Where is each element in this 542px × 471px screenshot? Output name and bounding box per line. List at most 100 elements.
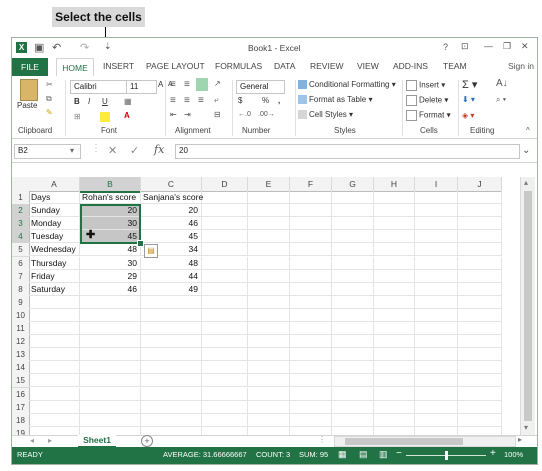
grid-cell[interactable] bbox=[374, 413, 415, 427]
name-box-dropdown-icon[interactable]: ▾ bbox=[70, 146, 74, 155]
grid-cell[interactable]: 45 bbox=[141, 230, 202, 244]
grid-cell[interactable] bbox=[290, 308, 332, 322]
grid-cell[interactable] bbox=[202, 374, 248, 388]
grid-cell[interactable]: Wednesday bbox=[29, 243, 80, 257]
grid-cell[interactable] bbox=[202, 269, 248, 283]
grid-cell[interactable] bbox=[80, 374, 141, 388]
grid-cell[interactable] bbox=[374, 374, 415, 388]
grid-cell[interactable] bbox=[29, 387, 80, 401]
grid-cell[interactable]: 20 bbox=[80, 204, 141, 218]
grid-cell[interactable] bbox=[374, 335, 415, 349]
grid-cell[interactable] bbox=[141, 295, 202, 309]
align-top-icon[interactable]: ≡ bbox=[170, 79, 176, 90]
quick-analysis-icon[interactable]: ▤ bbox=[144, 244, 158, 259]
grid-cell[interactable] bbox=[374, 230, 415, 244]
grid-cell[interactable] bbox=[332, 348, 374, 362]
undo-icon[interactable]: ↶ bbox=[52, 41, 61, 54]
grid-cell[interactable] bbox=[290, 282, 332, 296]
row-header[interactable]: 12 bbox=[12, 335, 30, 350]
grid-cell[interactable] bbox=[290, 348, 332, 362]
grid-cell[interactable] bbox=[458, 269, 502, 283]
grid-cell[interactable] bbox=[141, 413, 202, 427]
grid-cell[interactable]: Tuesday bbox=[29, 230, 80, 244]
grid-cell[interactable] bbox=[332, 217, 374, 231]
grid-cell[interactable] bbox=[141, 387, 202, 401]
minimize-button[interactable]: — bbox=[484, 41, 493, 51]
insert-cells-button[interactable]: Insert ▾ bbox=[406, 80, 445, 91]
grid-cell[interactable] bbox=[290, 400, 332, 414]
grid-cell[interactable] bbox=[458, 387, 502, 401]
scroll-down-icon[interactable]: ▾ bbox=[524, 423, 528, 432]
grid-cell[interactable] bbox=[458, 322, 502, 336]
column-header[interactable]: D bbox=[202, 177, 248, 192]
grid-cell[interactable]: Monday bbox=[29, 217, 80, 231]
grid-cell[interactable] bbox=[458, 230, 502, 244]
grid-cell[interactable]: 30 bbox=[80, 256, 141, 270]
grid-cell[interactable] bbox=[374, 322, 415, 336]
grid-cell[interactable]: Sanjana's score bbox=[141, 191, 203, 205]
grid-cell[interactable] bbox=[458, 413, 502, 427]
grid-cell[interactable] bbox=[202, 361, 248, 375]
grid-cell[interactable] bbox=[374, 361, 415, 375]
grid-cell[interactable] bbox=[415, 335, 458, 349]
grid-cell[interactable] bbox=[415, 413, 458, 427]
grid-cell[interactable] bbox=[415, 230, 458, 244]
grid-cell[interactable] bbox=[248, 413, 290, 427]
enter-formula-button[interactable]: ✓ bbox=[130, 144, 139, 157]
grid-cell[interactable] bbox=[458, 256, 502, 270]
grid-cell[interactable] bbox=[458, 335, 502, 349]
format-as-table-button[interactable]: Format as Table ▾ bbox=[298, 95, 372, 105]
wrap-text-icon[interactable]: ⤶ bbox=[214, 95, 218, 105]
align-left-icon[interactable]: ≡ bbox=[170, 95, 176, 106]
find-select-icon[interactable]: ⌕ ▾ bbox=[496, 95, 506, 105]
border-icon[interactable]: ⊞ bbox=[74, 112, 81, 121]
grid-cell[interactable]: 20 bbox=[141, 204, 202, 218]
row-header[interactable]: 10 bbox=[12, 308, 30, 323]
align-middle-icon[interactable]: ≡ bbox=[184, 79, 190, 90]
font-size-dropdown[interactable]: 11 bbox=[126, 80, 157, 94]
grid-cell[interactable]: Days bbox=[29, 191, 80, 205]
cut-icon[interactable]: ✂ bbox=[46, 80, 53, 89]
grid-cell[interactable] bbox=[332, 243, 374, 257]
grid-cell[interactable] bbox=[290, 204, 332, 218]
restore-icon[interactable]: ❐ bbox=[503, 41, 511, 52]
grid-cell[interactable] bbox=[415, 400, 458, 414]
grid-cell[interactable] bbox=[415, 322, 458, 336]
grid-cell[interactable] bbox=[248, 322, 290, 336]
close-button[interactable]: ✕ bbox=[521, 41, 529, 52]
column-header[interactable]: G bbox=[332, 177, 374, 192]
grid-cell[interactable] bbox=[458, 282, 502, 296]
grid-cell[interactable] bbox=[374, 295, 415, 309]
tab-team[interactable]: TEAM bbox=[443, 61, 467, 71]
grid-cell[interactable] bbox=[290, 361, 332, 375]
tab-review[interactable]: REVIEW bbox=[310, 61, 344, 71]
grid-cell[interactable] bbox=[332, 400, 374, 414]
grid-cell[interactable] bbox=[458, 243, 502, 257]
formula-input[interactable]: 20 bbox=[175, 144, 520, 159]
zoom-in-button[interactable]: + bbox=[490, 448, 496, 459]
paste-button[interactable]: Paste bbox=[17, 101, 37, 110]
grid-cell[interactable] bbox=[29, 335, 80, 349]
row-header[interactable]: 5 bbox=[12, 243, 30, 258]
grid-cell[interactable] bbox=[80, 295, 141, 309]
grid-cell[interactable] bbox=[248, 335, 290, 349]
grid-cell[interactable] bbox=[141, 361, 202, 375]
grid-cell[interactable] bbox=[458, 348, 502, 362]
grid-cell[interactable] bbox=[415, 243, 458, 257]
grid-cell[interactable] bbox=[415, 191, 458, 205]
grid-cell[interactable] bbox=[80, 308, 141, 322]
grid-cell[interactable] bbox=[248, 204, 290, 218]
grid-cell[interactable]: Thursday bbox=[29, 256, 80, 270]
grid-cell[interactable] bbox=[80, 335, 141, 349]
next-sheet-icon[interactable]: ▸ bbox=[48, 436, 52, 445]
column-header[interactable]: I bbox=[415, 177, 458, 192]
grid-cell[interactable]: Friday bbox=[29, 269, 80, 283]
ribbon-display-options-icon[interactable]: ⊡ bbox=[461, 41, 469, 52]
tab-file[interactable]: FILE bbox=[12, 58, 48, 76]
grid-cell[interactable] bbox=[374, 282, 415, 296]
column-header[interactable]: F bbox=[290, 177, 332, 192]
select-all-corner[interactable] bbox=[12, 177, 30, 192]
grid-cell[interactable] bbox=[202, 230, 248, 244]
row-header[interactable]: 15 bbox=[12, 374, 30, 389]
paste-icon[interactable] bbox=[20, 79, 38, 101]
